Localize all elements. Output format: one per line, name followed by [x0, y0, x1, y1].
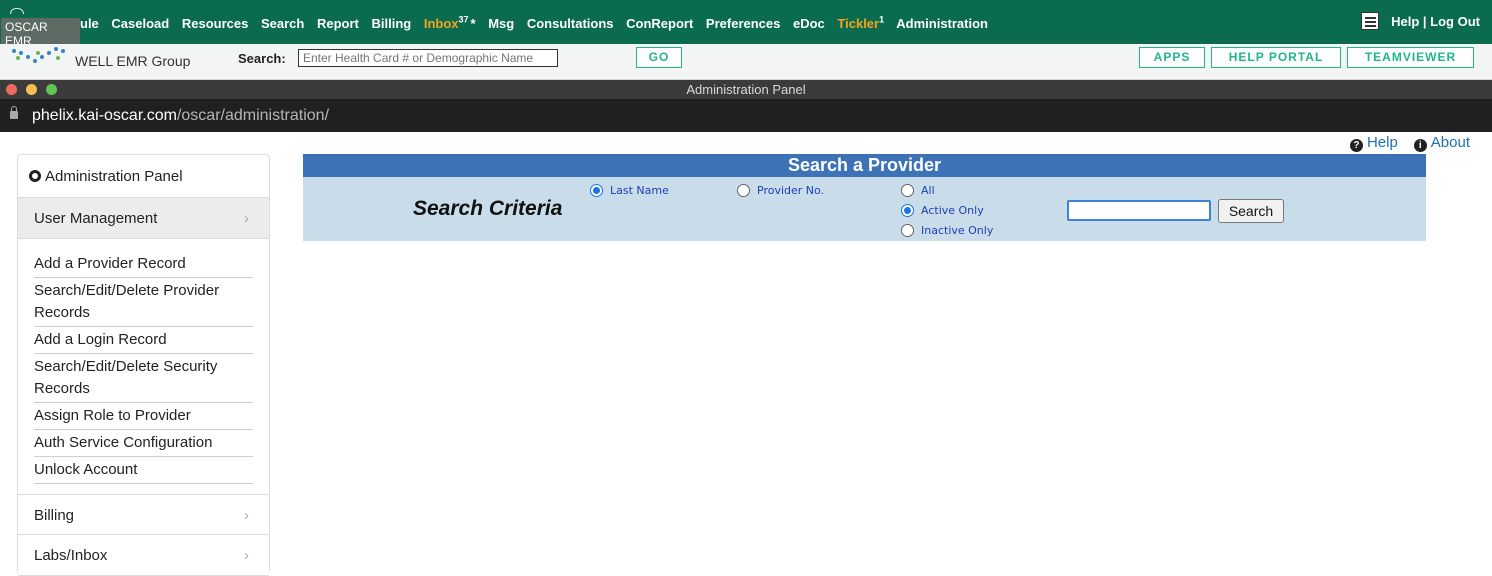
- panel-title: Search a Provider: [303, 154, 1426, 177]
- nav-report[interactable]: Report: [317, 16, 359, 31]
- radio-label: Active Only: [921, 204, 984, 217]
- provider-search-input[interactable]: [1067, 200, 1211, 221]
- window-title: Administration Panel: [686, 82, 806, 97]
- section-label: Billing: [34, 507, 75, 524]
- radio-last-name[interactable]: Last Name: [590, 184, 669, 197]
- lock-icon: [10, 106, 18, 119]
- nav-tickler[interactable]: Tickler1: [837, 15, 885, 32]
- radio-label: Provider No.: [757, 184, 825, 197]
- url-host: phelix.kai-oscar.com: [32, 107, 177, 124]
- teamviewer-button[interactable]: TEAMVIEWER: [1347, 47, 1474, 68]
- help-link-label: Help: [1366, 134, 1398, 151]
- nav-edoc[interactable]: eDoc: [793, 16, 825, 31]
- section-label: Labs/Inbox: [34, 547, 108, 564]
- sidebar-link-assign-role[interactable]: Assign Role to Provider: [34, 403, 253, 430]
- radio-button[interactable]: [901, 184, 914, 197]
- nav-tickler-label: Tickler: [837, 16, 880, 32]
- inbox-count: 37: [458, 15, 469, 25]
- help-portal-button[interactable]: HELP PORTAL: [1211, 47, 1341, 68]
- sidebar-section-user-management[interactable]: User Management ›: [18, 198, 269, 239]
- nav-administration[interactable]: Administration: [896, 16, 988, 31]
- search-row: WELL EMR Group Search: GO APPS HELP PORT…: [0, 44, 1492, 80]
- help-link[interactable]: ? Help: [1349, 134, 1398, 152]
- question-circle-icon: ?: [1349, 139, 1363, 152]
- demographic-search-input[interactable]: [298, 49, 558, 67]
- radio-button[interactable]: [590, 184, 603, 197]
- radio-button[interactable]: [737, 184, 750, 197]
- url-bar[interactable]: phelix.kai-oscar.com/oscar/administratio…: [0, 99, 1492, 132]
- window-titlebar: Administration Panel: [0, 80, 1492, 99]
- nav-inbox[interactable]: Inbox37 *: [423, 15, 476, 32]
- sidebar-section-labs-inbox[interactable]: Labs/Inbox ›: [18, 535, 269, 576]
- sidebar-header: Administration Panel: [18, 155, 269, 198]
- nav-conreport[interactable]: ConReport: [626, 16, 693, 31]
- nav-msg[interactable]: Msg: [488, 16, 514, 31]
- search-provider-panel: Search a Provider Search Criteria Last N…: [303, 154, 1426, 241]
- chevron-right-icon: ›: [244, 547, 249, 564]
- sidebar-title: Administration Panel: [45, 168, 183, 185]
- gear-icon: [29, 170, 41, 182]
- radio-label: Inactive Only: [921, 224, 994, 237]
- url-text: phelix.kai-oscar.com/oscar/administratio…: [32, 99, 329, 132]
- radio-active-only[interactable]: Active Only: [901, 204, 984, 217]
- nav-preferences[interactable]: Preferences: [706, 16, 780, 31]
- url-path: /oscar/administration/: [176, 107, 330, 124]
- user-management-links: Add a Provider Record Search/Edit/Delete…: [18, 239, 269, 484]
- maximize-window-icon[interactable]: [46, 84, 57, 95]
- chevron-right-icon: ›: [244, 210, 249, 227]
- minimize-window-icon[interactable]: [26, 84, 37, 95]
- radio-all[interactable]: All: [901, 184, 935, 197]
- sidebar-section-billing[interactable]: Billing ›: [18, 494, 269, 535]
- help-logout-link[interactable]: Help | Log Out: [1391, 14, 1480, 29]
- close-window-icon[interactable]: [6, 84, 17, 95]
- about-link[interactable]: i About: [1413, 134, 1470, 152]
- top-nav: OSCAR EMR ule Caseload Resources Search …: [0, 0, 1492, 50]
- radio-provider-no[interactable]: Provider No.: [737, 184, 824, 197]
- nav-resources[interactable]: Resources: [182, 16, 248, 31]
- nav-billing[interactable]: Billing: [371, 16, 411, 31]
- help-about-links: ? Help i About: [1349, 134, 1470, 152]
- crown-icon: [10, 8, 24, 14]
- nav-inbox-label: Inbox: [423, 16, 459, 32]
- sidebar-link-add-login[interactable]: Add a Login Record: [34, 327, 253, 354]
- sidebar-link-search-security[interactable]: Search/Edit/Delete Security Records: [34, 354, 253, 403]
- radio-label: Last Name: [610, 184, 669, 197]
- inbox-star: *: [470, 16, 476, 32]
- main-menu: ule Caseload Resources Search Report Bil…: [80, 15, 997, 31]
- notepad-icon[interactable]: [1361, 12, 1380, 30]
- sidebar-link-auth-service[interactable]: Auth Service Configuration: [34, 430, 253, 457]
- nav-caseload[interactable]: Caseload: [111, 16, 169, 31]
- radio-inactive-only[interactable]: Inactive Only: [901, 224, 993, 237]
- well-logo-text: WELL EMR Group: [75, 53, 191, 69]
- sidebar-link-search-provider[interactable]: Search/Edit/Delete Provider Records: [34, 278, 253, 327]
- search-label: Search:: [238, 51, 286, 66]
- admin-sidebar: Administration Panel User Management › A…: [17, 154, 270, 576]
- about-link-label: About: [1430, 134, 1470, 151]
- well-logo-icon: [12, 47, 68, 67]
- sidebar-link-add-provider[interactable]: Add a Provider Record: [34, 251, 253, 278]
- radio-label: All: [921, 184, 935, 197]
- nav-consultations[interactable]: Consultations: [527, 16, 614, 31]
- nav-search[interactable]: Search: [261, 16, 304, 31]
- chevron-right-icon: ›: [244, 507, 249, 524]
- nav-schedule[interactable]: ule: [80, 16, 99, 31]
- search-criteria-label: Search Criteria: [413, 197, 563, 220]
- search-button[interactable]: Search: [1218, 199, 1284, 223]
- info-circle-icon: i: [1413, 139, 1427, 152]
- oscar-logo[interactable]: OSCAR EMR: [0, 2, 80, 50]
- go-button[interactable]: GO: [636, 47, 682, 68]
- radio-button[interactable]: [901, 204, 914, 217]
- sidebar-link-unlock-account[interactable]: Unlock Account: [34, 457, 253, 484]
- section-label: User Management: [34, 210, 158, 227]
- tickler-count: 1: [879, 15, 885, 25]
- radio-button[interactable]: [901, 224, 914, 237]
- top-right: Help | Log Out: [1361, 12, 1480, 30]
- apps-button[interactable]: APPS: [1139, 47, 1205, 68]
